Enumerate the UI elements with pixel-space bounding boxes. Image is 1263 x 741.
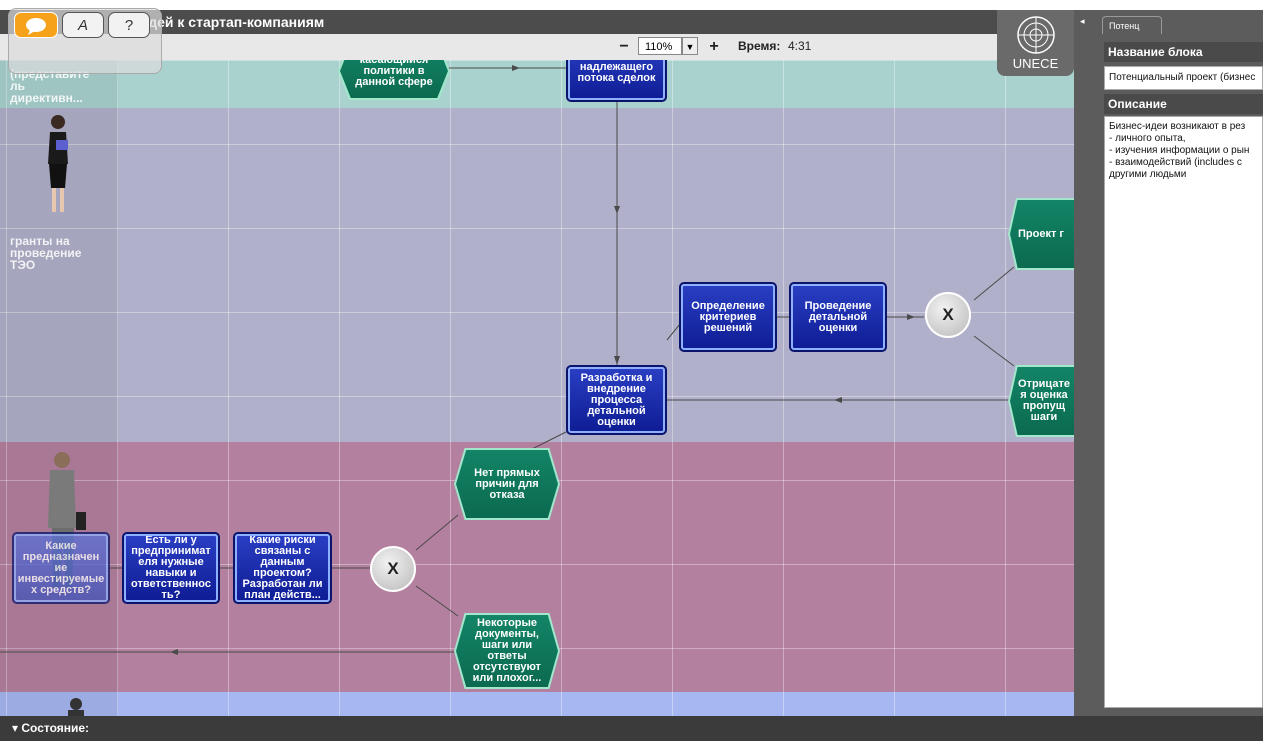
chat-bubble-icon [26,18,46,35]
zoom-out-button[interactable]: − [614,37,634,57]
node-risks[interactable]: Какие риски связаны с данным проектом? Р… [233,532,332,604]
node-deal-flow[interactable]: надлежащего потока сделок [566,60,667,102]
node-criteria[interactable]: Определение критериев решений [679,282,777,352]
zoom-level-select[interactable]: 110% [638,37,682,55]
process-canvas[interactable]: (представите ль директивн... гранты на п… [0,60,1074,716]
tab-potential[interactable]: Потенц [1102,16,1162,34]
gateway-lower[interactable]: X [370,546,416,592]
gateway-upper[interactable]: X [925,292,971,338]
node-some-docs-label: Некоторые документы, шаги или ответы отс… [456,615,558,687]
unece-label: UNECE [1012,56,1059,71]
app-window: (представите ль директивн... гранты на п… [0,0,1263,741]
node-project-label: Проект г [1010,200,1074,268]
chat-button[interactable] [14,12,58,38]
node-no-reasons[interactable]: Нет прямых причин для отказа [454,448,560,520]
time-label: Время: [738,39,781,53]
unece-logo: UNECE [997,10,1074,76]
description-field[interactable]: Бизнес-идеи возникают в рез - личного оп… [1104,116,1263,708]
un-emblem-icon [1016,16,1055,54]
description-heading: Описание [1104,94,1263,114]
node-negative-label: Отрицате я оценка пропущ шаги [1010,367,1074,435]
collapse-arrow-icon[interactable]: ◂ [1080,16,1085,27]
block-name-field[interactable]: Потенциальный проект (бизнес [1104,66,1263,90]
node-investor-label: Какие предназначен ие инвестируемые х ср… [17,539,105,596]
node-some-docs[interactable]: Некоторые документы, шаги или ответы отс… [454,613,560,689]
status-bar[interactable]: ▾ Состояние: [0,716,1263,741]
node-no-reasons-label: Нет прямых причин для отказа [456,450,558,518]
status-label: ▾ Состояние: [12,721,90,735]
node-policy[interactable]: касающийся политики в данной сфере [338,60,450,100]
help-button[interactable]: ? [108,12,150,38]
chevron-down-icon[interactable]: ▼ [682,37,698,55]
node-develop-process[interactable]: Разработка и внедрение процесса детально… [566,365,667,435]
time-value: 4:31 [788,39,812,53]
node-detailed-eval[interactable]: Проведение детальной оценки [789,282,887,352]
node-investor[interactable]: Какие предназначен ие инвестируемые х ср… [12,532,110,604]
node-skills[interactable]: Есть ли у предпринимат еля нужные навыки… [122,532,220,604]
node-project[interactable]: Проект г [1008,198,1074,270]
text-button[interactable]: A [62,12,104,38]
block-name-heading: Название блока [1104,42,1263,62]
zoom-in-button[interactable]: + [704,37,724,57]
node-negative[interactable]: Отрицате я оценка пропущ шаги [1008,365,1074,437]
properties-sidebar: ◂ Потенц Название блока Потенциальный пр… [1074,10,1263,716]
node-policy-label: касающийся политики в данной сфере [340,60,448,98]
